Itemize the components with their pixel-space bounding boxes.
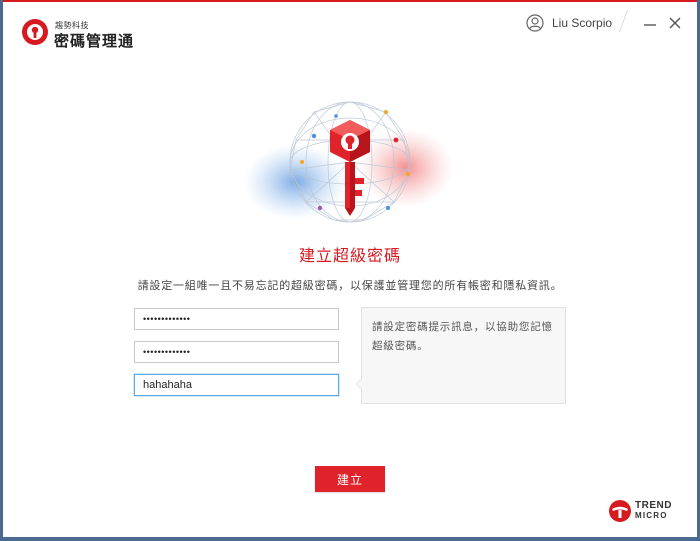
page-title: 建立超級密碼	[298, 246, 401, 265]
hint-tooltip-text: 請設定密碼提示訊息，以協助您記憶超級密碼。	[372, 321, 553, 352]
confirm-password-field[interactable]: •••••••••••••	[134, 341, 339, 363]
minimize-button[interactable]	[642, 15, 658, 31]
super-password-field[interactable]: •••••••••••••	[134, 308, 339, 330]
minimize-icon	[644, 24, 656, 26]
trend-micro-logo-icon	[609, 500, 631, 522]
create-button[interactable]: 建立	[315, 466, 385, 492]
password-hint-field[interactable]: hahahaha	[134, 374, 339, 396]
red-key-sphere-illustration	[244, 101, 454, 223]
close-button[interactable]	[667, 15, 683, 31]
page-description: 請設定一組唯一且不易忘記的超級密碼，以保護並管理您的所有帳密和隱私資訊。	[137, 279, 563, 292]
tooltip-arrow	[355, 378, 362, 390]
app-title: 密碼管理通	[54, 32, 135, 50]
close-icon	[669, 17, 681, 29]
title-bar-divider	[618, 10, 629, 32]
hint-tooltip: 請設定密碼提示訊息，以協助您記憶超級密碼。	[355, 307, 566, 404]
trend-micro-password-manager-logo-icon	[22, 19, 48, 45]
user-icon	[526, 14, 544, 32]
trend-micro-logo: TREND MICRO	[608, 497, 672, 525]
user-account-button[interactable]: Liu Scorpio	[526, 12, 612, 34]
app-window: 趨勢科技 密碼管理通 Liu Scorpio 建立超級密碼 請設定一組唯一且不易…	[3, 0, 697, 537]
user-name: Liu Scorpio	[552, 16, 613, 30]
trend-micro-wordmark-top: TREND	[635, 500, 672, 511]
trend-micro-wordmark-bottom: MICRO	[635, 511, 668, 520]
title-bar: 趨勢科技 密碼管理通 Liu Scorpio	[3, 2, 697, 52]
